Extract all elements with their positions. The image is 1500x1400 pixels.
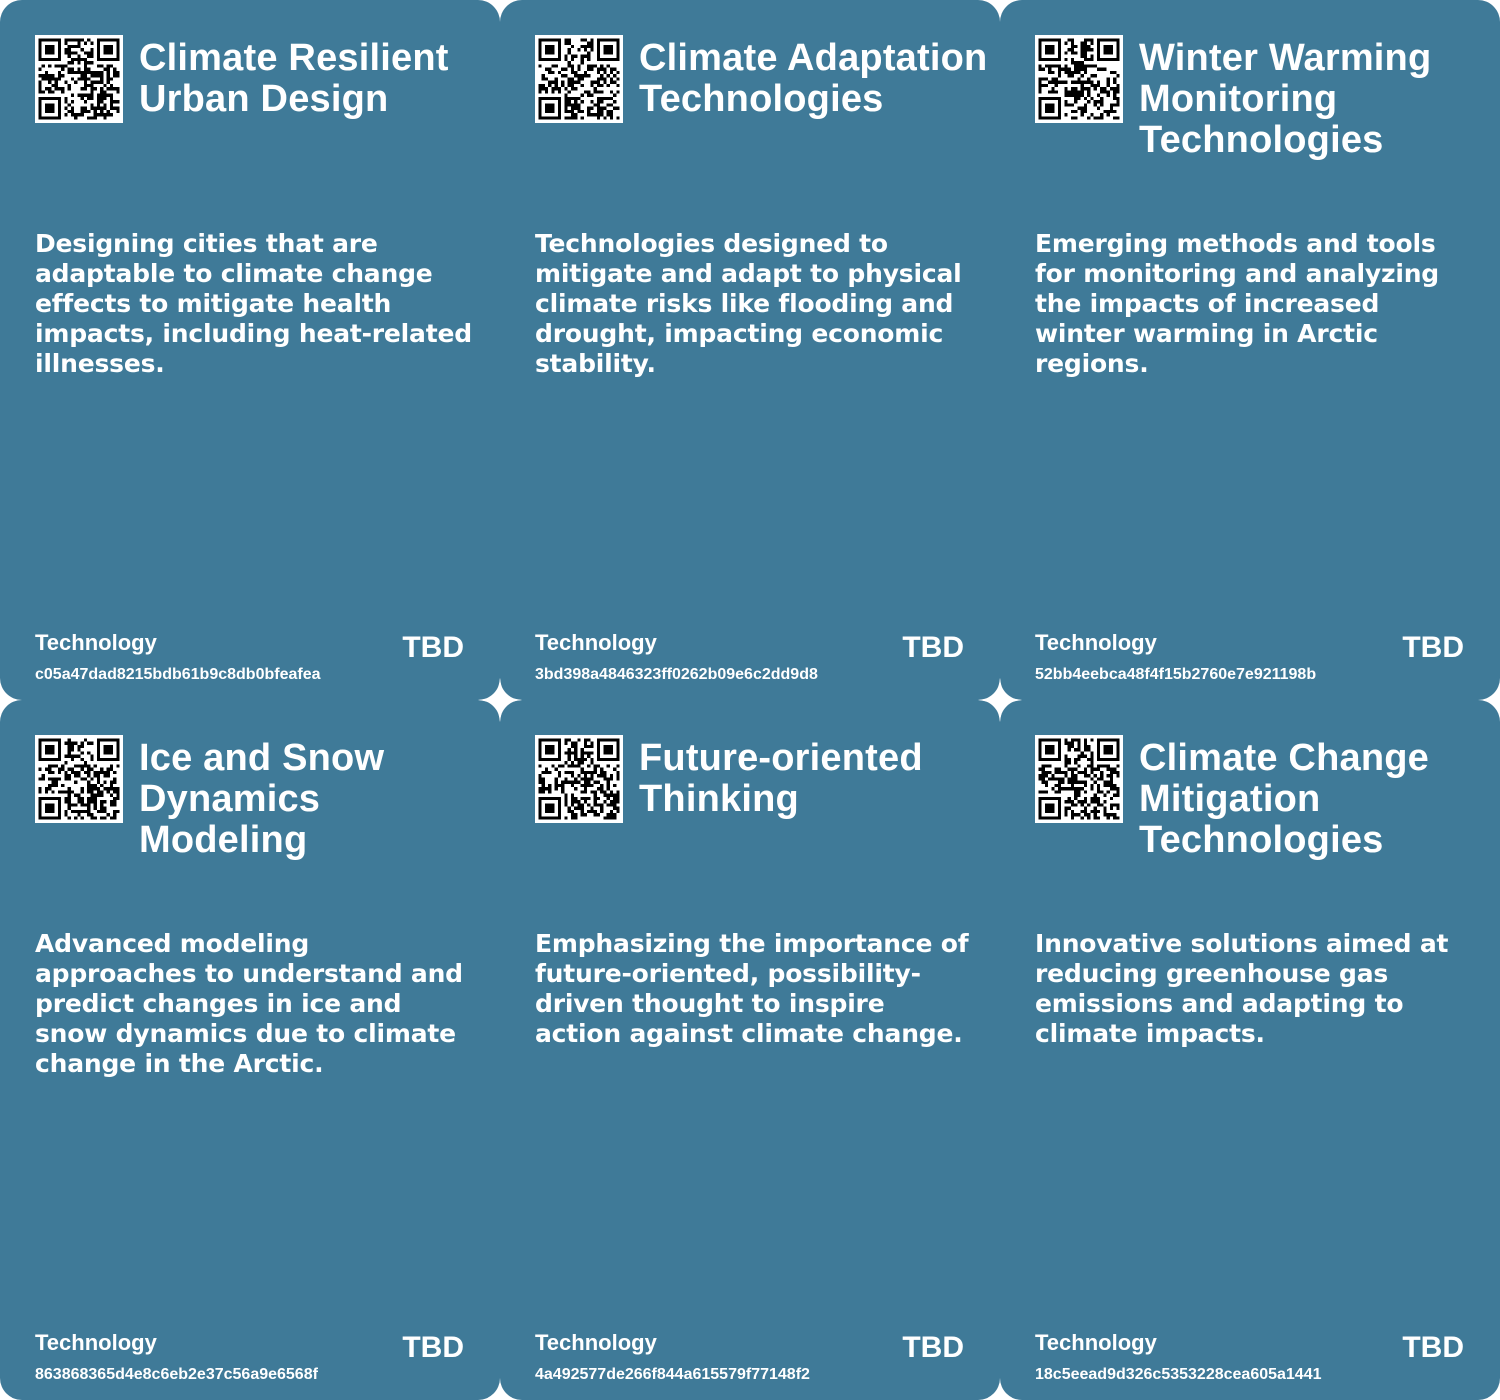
- sparkle-icon: [478, 678, 522, 722]
- qr-code-icon: [535, 35, 623, 123]
- card: Climate Resilient Urban Design Designing…: [0, 0, 500, 700]
- card-description: Designing cities that are adaptable to c…: [35, 229, 472, 378]
- card-description: Innovative solutions aimed at reducing g…: [1035, 929, 1449, 1048]
- card-id: c05a47dad8215bdb61b9c8db0bfeafea: [35, 666, 321, 683]
- card-description: Technologies designed to mitigate and ad…: [535, 229, 962, 378]
- card-category: Technology: [1035, 630, 1157, 655]
- card-title: Climate Change Mitigation Technologies: [1139, 737, 1429, 861]
- card-cost: TBD: [902, 631, 964, 664]
- qr-code-icon: [535, 735, 623, 823]
- sparkle-icon: [978, 678, 1022, 722]
- qr-code-icon: [1035, 35, 1123, 123]
- card-title: Future-oriented Thinking: [639, 737, 923, 820]
- card-category: Technology: [535, 630, 657, 655]
- card: Winter Warming Monitoring Technologies E…: [1000, 0, 1500, 700]
- card-cost: TBD: [402, 631, 464, 664]
- card-title: Climate Resilient Urban Design: [139, 37, 449, 120]
- card-category: Technology: [535, 1330, 657, 1355]
- qr-code-icon: [35, 35, 123, 123]
- card-category: Technology: [1035, 1330, 1157, 1355]
- card-title: Winter Warming Monitoring Technologies: [1139, 37, 1432, 161]
- card-description: Emphasizing the importance of future-ori…: [535, 929, 969, 1048]
- card-title: Climate Adaptation Technologies: [639, 37, 988, 120]
- card-category: Technology: [35, 1330, 157, 1355]
- card: Ice and Snow Dynamics Modeling Advanced …: [0, 700, 500, 1400]
- card-title: Ice and Snow Dynamics Modeling: [139, 737, 385, 861]
- card-description: Emerging methods and tools for monitorin…: [1035, 229, 1439, 378]
- qr-code-icon: [35, 735, 123, 823]
- card-id: 3bd398a4846323ff0262b09e6c2dd9d8: [535, 666, 818, 683]
- qr-code-icon: [1035, 735, 1123, 823]
- card-cost: TBD: [402, 1331, 464, 1364]
- card: Climate Adaptation Technologies Technolo…: [500, 0, 1000, 700]
- card-cost: TBD: [1402, 1331, 1464, 1364]
- card-sheet: Climate Resilient Urban Design Designing…: [0, 0, 1500, 1400]
- card-id: 52bb4eebca48f4f15b2760e7e921198b: [1035, 666, 1317, 683]
- card: Future-oriented Thinking Emphasizing the…: [500, 700, 1000, 1400]
- card-id: 863868365d4e8c6eb2e37c56a9e6568f: [35, 1366, 318, 1383]
- card-id: 4a492577de266f844a615579f77148f2: [535, 1366, 810, 1383]
- card-category: Technology: [35, 630, 157, 655]
- card-id: 18c5eead9d326c5353228cea605a1441: [1035, 1366, 1322, 1383]
- card: Climate Change Mitigation Technologies I…: [1000, 700, 1500, 1400]
- card-cost: TBD: [1402, 631, 1464, 664]
- card-cost: TBD: [902, 1331, 964, 1364]
- card-description: Advanced modeling approaches to understa…: [35, 929, 463, 1078]
